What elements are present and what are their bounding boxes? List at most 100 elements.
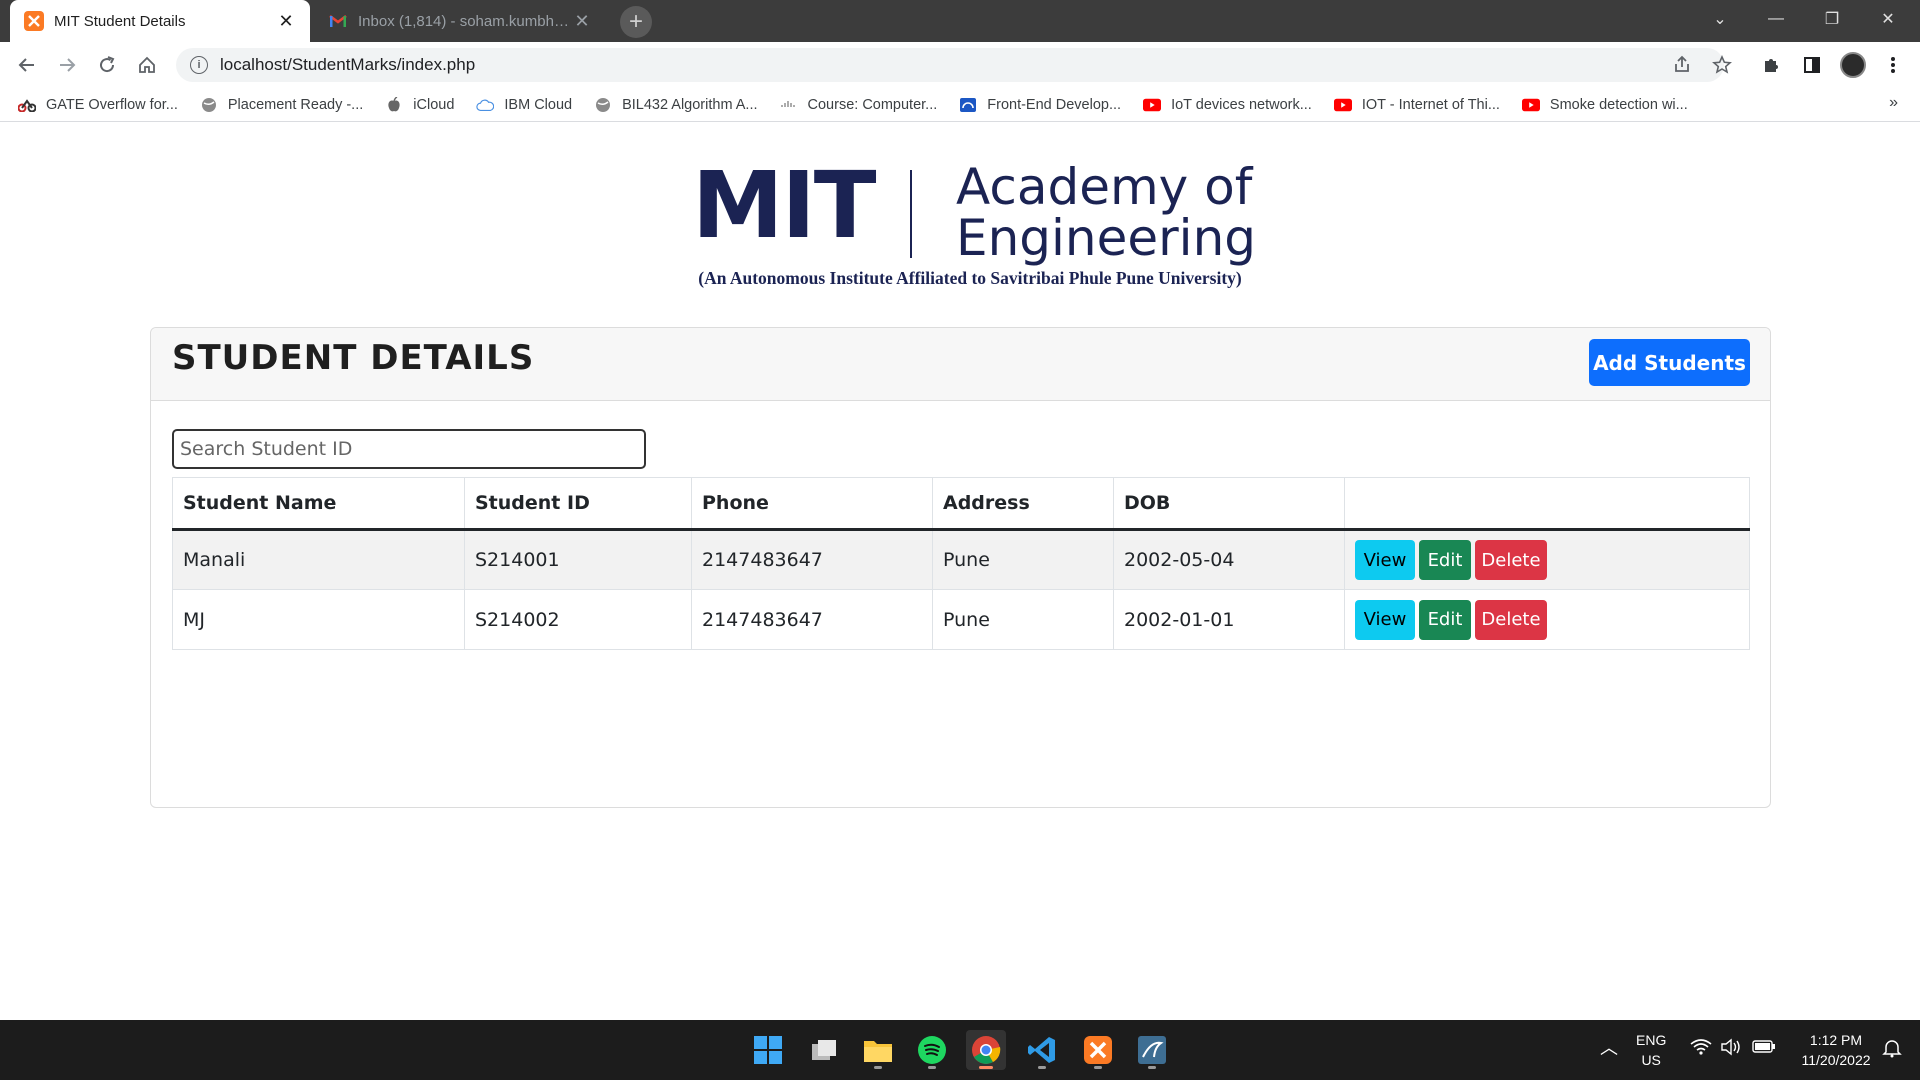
xampp-icon — [24, 11, 44, 31]
cell-address: Pune — [932, 589, 1114, 650]
running-indicator — [928, 1066, 936, 1069]
xampp-icon — [1084, 1036, 1112, 1064]
bookmark-item[interactable]: iCloud — [385, 96, 454, 113]
cell-actions: View Edit Delete — [1344, 529, 1750, 590]
cell-phone: 2147483647 — [691, 589, 933, 650]
reload-icon — [100, 56, 115, 73]
show-hidden-icons-button[interactable]: ︿ — [1600, 1038, 1618, 1058]
bookmarks-overflow-button[interactable]: » — [1889, 94, 1898, 112]
mysql-workbench-icon — [1138, 1036, 1166, 1064]
address-bar[interactable]: i localhost/StudentMarks/index.php — [176, 48, 1724, 82]
browser-tab-strip: MIT Student Details ✕ Inbox (1,814) - so… — [0, 0, 1920, 42]
column-header-dob: DOB — [1113, 477, 1345, 531]
task-view-icon — [812, 1040, 836, 1060]
tab-search-icon[interactable]: ⌄ — [1692, 0, 1748, 38]
bookmark-item[interactable]: Course: Computer... — [780, 97, 937, 113]
cell-student-name: MJ — [172, 589, 465, 650]
clock[interactable]: 1:12 PM 11/20/2022 — [1788, 1030, 1884, 1070]
wifi-icon[interactable] — [1690, 1038, 1712, 1061]
cell-phone: 2147483647 — [691, 529, 933, 590]
home-icon — [139, 56, 155, 73]
forward-arrow-icon — [60, 58, 76, 72]
new-tab-button[interactable]: + — [620, 6, 652, 38]
cell-dob: 2002-05-04 — [1113, 529, 1345, 590]
taskbar-chrome[interactable] — [966, 1030, 1006, 1070]
bookmark-item[interactable]: Placement Ready -... — [200, 97, 363, 113]
language-indicator[interactable]: ENG US — [1636, 1030, 1666, 1070]
view-button[interactable]: View — [1355, 599, 1415, 640]
extensions-icon[interactable] — [1756, 50, 1786, 80]
cell-student-id: S214001 — [464, 529, 692, 590]
search-student-id-input[interactable] — [172, 429, 646, 469]
minimize-button[interactable]: — — [1748, 0, 1804, 38]
taskbar-spotify[interactable] — [912, 1030, 952, 1070]
close-tab-icon[interactable]: ✕ — [572, 11, 592, 32]
notifications-icon[interactable] — [1882, 1038, 1902, 1063]
close-tab-icon[interactable]: ✕ — [276, 11, 296, 32]
back-button[interactable] — [12, 50, 42, 80]
taskbar-xampp[interactable] — [1078, 1030, 1118, 1070]
bookmark-item[interactable]: IOT - Internet of Thi... — [1333, 97, 1500, 113]
start-button[interactable] — [748, 1030, 788, 1070]
bookmark-item[interactable]: BIL432 Algorithm A... — [594, 97, 758, 113]
home-button[interactable] — [132, 50, 162, 80]
gate-overflow-icon — [18, 97, 36, 113]
edit-button[interactable]: Edit — [1419, 599, 1471, 640]
tab-title: Inbox (1,814) - soham.kumbhar@ — [358, 12, 572, 30]
cell-dob: 2002-01-01 — [1113, 589, 1345, 650]
cloud-icon — [476, 97, 495, 113]
apple-icon — [385, 96, 403, 113]
bookmark-item[interactable]: Smoke detection wi... — [1521, 97, 1688, 113]
edit-button[interactable]: Edit — [1419, 540, 1471, 580]
bookmark-item[interactable]: GATE Overflow for... — [18, 97, 178, 113]
delete-button[interactable]: Delete — [1475, 599, 1547, 640]
side-panel-icon[interactable] — [1797, 50, 1827, 80]
tab-gmail-inbox[interactable]: Inbox (1,814) - soham.kumbhar@ ✕ — [314, 0, 606, 42]
column-header-actions — [1344, 477, 1750, 531]
page-content: MIT Academy of Engineering (An Autonomou… — [0, 122, 1920, 1020]
running-indicator — [1094, 1066, 1102, 1069]
bookmark-star-icon[interactable] — [1707, 50, 1737, 80]
delete-button[interactable]: Delete — [1475, 540, 1547, 580]
view-button[interactable]: View — [1355, 540, 1415, 580]
site-info-icon[interactable]: i — [190, 56, 208, 74]
student-details-card: STUDENT DETAILS Add Students Student Nam… — [150, 327, 1771, 808]
table-header-row: Student Name Student ID Phone Address DO… — [172, 477, 1750, 531]
taskbar-mysql-workbench[interactable] — [1132, 1030, 1172, 1070]
gmail-icon — [328, 11, 348, 31]
logo-academy-text: Academy of Engineering — [956, 158, 1256, 267]
tab-title: MIT Student Details — [54, 12, 186, 30]
logo-tagline: (An Autonomous Institute Affiliated to S… — [698, 268, 1242, 288]
students-table: Student Name Student ID Phone Address DO… — [172, 477, 1750, 650]
bookmark-item[interactable]: IBM Cloud — [476, 97, 572, 113]
taskbar-vscode[interactable] — [1022, 1030, 1062, 1070]
battery-icon[interactable] — [1752, 1038, 1776, 1059]
clock-time: 1:12 PM — [1809, 1032, 1863, 1048]
volume-icon[interactable] — [1720, 1038, 1742, 1061]
spotify-icon — [918, 1036, 946, 1064]
reload-button[interactable] — [92, 50, 122, 80]
youtube-icon — [1143, 97, 1162, 113]
taskbar-file-explorer[interactable] — [858, 1030, 898, 1070]
forward-button[interactable] — [52, 50, 82, 80]
restore-button[interactable]: ❐ — [1804, 0, 1860, 38]
column-header-student-name: Student Name — [172, 477, 465, 531]
active-indicator — [979, 1066, 993, 1069]
cell-student-id: S214002 — [464, 589, 692, 650]
bookmark-item[interactable]: IoT devices network... — [1143, 97, 1312, 113]
table-row: Manali S214001 2147483647 Pune 2002-05-0… — [172, 529, 1750, 590]
windows-taskbar: ︿ ENG US 1:12 PM 11/20/2022 — [0, 1020, 1920, 1080]
task-view-button[interactable] — [804, 1030, 844, 1070]
close-window-button[interactable]: ✕ — [1860, 0, 1916, 38]
page-title: STUDENT DETAILS — [172, 338, 535, 378]
profile-avatar[interactable] — [1838, 50, 1868, 80]
tab-mit-student-details[interactable]: MIT Student Details ✕ — [10, 0, 310, 42]
back-arrow-icon — [18, 58, 34, 72]
more-menu-icon[interactable] — [1878, 50, 1908, 80]
cisco-icon — [780, 97, 798, 113]
add-students-button[interactable]: Add Students — [1589, 339, 1750, 386]
share-icon[interactable] — [1667, 50, 1697, 80]
folder-icon — [864, 1041, 892, 1062]
bookmark-item[interactable]: Front-End Develop... — [959, 97, 1121, 113]
globe-icon — [200, 97, 218, 113]
